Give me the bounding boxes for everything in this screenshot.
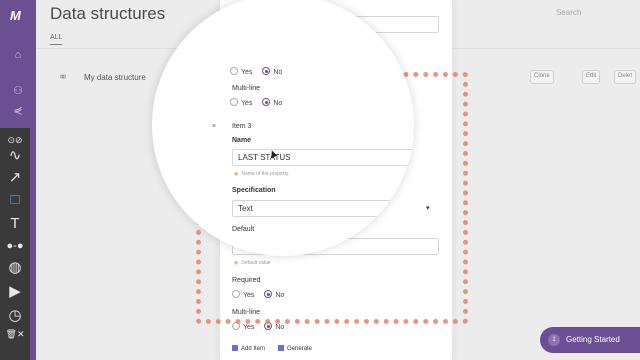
add-item-button[interactable]: Add Item <box>232 345 265 352</box>
delete-button[interactable]: Delet <box>614 70 637 84</box>
arrow-icon[interactable]: ↗ <box>5 168 25 188</box>
color-wheel-icon[interactable]: ◍ <box>5 258 25 278</box>
radio-off[interactable] <box>230 98 238 106</box>
name-input[interactable]: LAST STATUS <box>232 149 414 166</box>
data-structure-name: My data structure <box>84 73 146 82</box>
default-label-3: Default <box>232 226 255 233</box>
share-icon[interactable]: ⋞ <box>11 104 25 118</box>
page-title: Data structures <box>50 4 166 23</box>
clone-button[interactable]: Clone <box>530 70 554 84</box>
annotation-toolbar: ⊙⊘ ∿ ↗ □ T ●-● ◍ ▶ ◷ 🗑✕ <box>0 128 30 360</box>
getting-started-label: Getting Started <box>566 335 620 344</box>
required-yes-option[interactable]: Yes <box>230 67 252 76</box>
radio-off[interactable] <box>230 67 238 75</box>
item-label: Item 3 <box>232 123 252 130</box>
lightbulb-icon: ◉ <box>234 171 239 177</box>
data-structure-icon: ⚭ <box>58 70 69 84</box>
radio-on[interactable] <box>262 98 271 106</box>
getting-started-count: 1 <box>548 334 560 346</box>
connector-icon[interactable]: ●-● <box>5 236 25 256</box>
specification-label: Specification <box>232 187 276 194</box>
edit-button[interactable]: Edit <box>582 70 601 84</box>
make-logo[interactable]: M <box>10 8 21 23</box>
multiline-label-1: Multi-line <box>232 85 261 92</box>
multiline-no-option[interactable]: No <box>262 98 282 107</box>
zoom-magnifier: Yes No Multi-line Yes No Item 3 Name LAS… <box>152 0 414 256</box>
play-icon[interactable]: ▶ <box>5 282 25 302</box>
trash-icon[interactable]: 🗑✕ <box>5 324 25 344</box>
text-icon[interactable]: T <box>5 214 25 234</box>
generate-button[interactable]: Generate <box>278 345 312 352</box>
tab-underline <box>50 44 62 45</box>
tab-all[interactable]: ALL <box>50 34 62 41</box>
multiline-no-option[interactable]: No <box>264 322 284 331</box>
add-icon <box>232 345 238 351</box>
pen-icon[interactable]: ∿ <box>5 146 25 166</box>
radio-on[interactable] <box>262 67 271 75</box>
close-icon[interactable]: × <box>212 123 216 130</box>
specification-input[interactable]: Text <box>232 200 414 217</box>
search-label[interactable]: Search <box>556 8 581 17</box>
name-label: Name <box>232 137 252 144</box>
chevron-down-icon[interactable]: ▾ <box>426 204 430 212</box>
multiline-yes-option[interactable]: Yes <box>230 98 252 107</box>
name-hint: ◉ Name of the property. <box>234 171 290 177</box>
multiline-radio-group-1: Yes No <box>230 98 290 107</box>
multiline-yes-option[interactable]: Yes <box>232 322 254 331</box>
team-icon[interactable]: ⚇ <box>11 84 25 98</box>
rectangle-icon[interactable]: □ <box>5 190 25 210</box>
home-icon[interactable]: ⌂ <box>11 48 25 62</box>
required-no-option[interactable]: No <box>262 67 282 76</box>
generate-icon <box>278 345 284 351</box>
getting-started-button[interactable]: 1 Getting Started <box>540 327 640 353</box>
required-radio-group-1: Yes No <box>230 67 290 76</box>
timer-icon[interactable]: ◷ <box>5 306 25 326</box>
